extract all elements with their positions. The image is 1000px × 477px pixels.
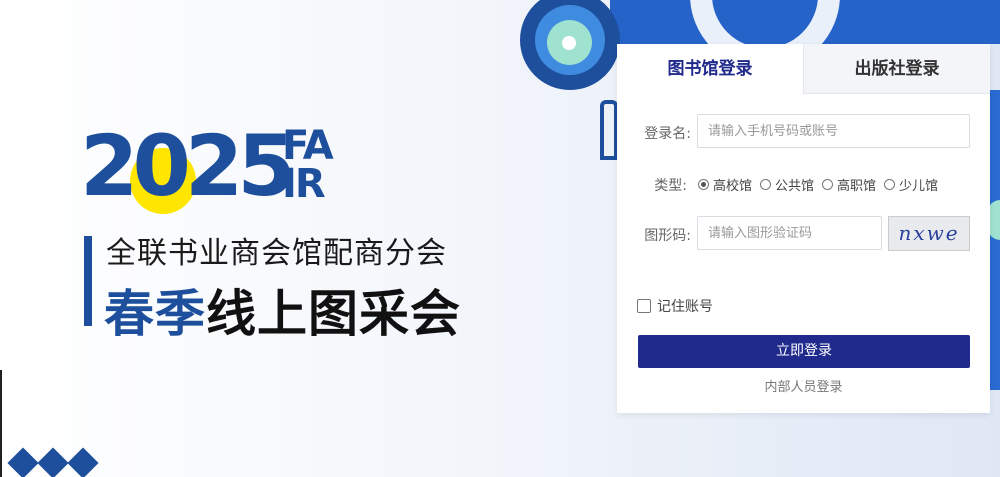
decorative-right-strip (990, 90, 1000, 390)
type-label: 类型: (654, 178, 687, 194)
tab-publisher-login[interactable]: 出版社登录 (803, 44, 990, 94)
login-tabs: 图书馆登录 出版社登录 (617, 44, 990, 94)
type-radio-group: 高校馆 公共馆 高职馆 少儿馆 (698, 175, 946, 194)
logo-year: 2025 (80, 117, 296, 215)
remember-label: 记住账号 (657, 299, 713, 315)
login-panel: 图书馆登录 出版社登录 登录名: 类型: 高校馆 公共馆 高职馆 少儿馆 (617, 44, 990, 413)
diamond-icon (37, 447, 69, 477)
radio-label: 公共馆 (775, 179, 815, 194)
remember-checkbox[interactable] (637, 299, 651, 313)
username-input[interactable] (697, 114, 970, 148)
fair-logo: FA IR (282, 123, 352, 207)
event-title-part1: 春季 (104, 285, 206, 343)
remember-account[interactable]: 记住账号 (637, 296, 713, 316)
hero-banner: 2025 FA IR 全联书业商会馆配商分会 春季线上图采会 图书馆登录 出版社… (0, 0, 1000, 477)
captcha-label: 图形码: (644, 228, 691, 244)
tab-library-login[interactable]: 图书馆登录 (617, 44, 803, 94)
radio-dot (822, 179, 834, 190)
radio-children[interactable]: 少儿馆 (884, 175, 938, 194)
radio-dot (884, 179, 896, 190)
title-accent-bar (84, 236, 92, 326)
radio-label: 少儿馆 (899, 179, 939, 194)
diamond-icon (7, 447, 39, 477)
radio-label: 高校馆 (713, 179, 753, 194)
radio-public[interactable]: 公共馆 (760, 175, 814, 194)
radio-vocational[interactable]: 高职馆 (822, 175, 876, 194)
internal-login-link[interactable]: 内部人员登录 (617, 376, 990, 395)
diamond-icon (67, 447, 99, 477)
fair-logo-bottom: IR (282, 161, 326, 207)
event-title: 春季线上图采会 (104, 274, 461, 346)
username-label: 登录名: (644, 126, 691, 142)
decorative-line (0, 370, 2, 477)
login-button[interactable]: 立即登录 (638, 335, 970, 368)
radio-label: 高职馆 (837, 179, 877, 194)
radio-university[interactable]: 高校馆 (698, 175, 752, 194)
event-title-part2: 线上图采会 (206, 285, 461, 343)
captcha-input[interactable] (697, 216, 882, 250)
fair-logo-top: FA (282, 123, 334, 169)
captcha-image[interactable]: nxwe (888, 216, 970, 251)
radio-dot (698, 179, 709, 190)
decorative-arch (600, 100, 618, 160)
decorative-dot (562, 36, 576, 50)
organizer-subtitle: 全联书业商会馆配商分会 (106, 236, 447, 271)
radio-dot (760, 179, 772, 190)
